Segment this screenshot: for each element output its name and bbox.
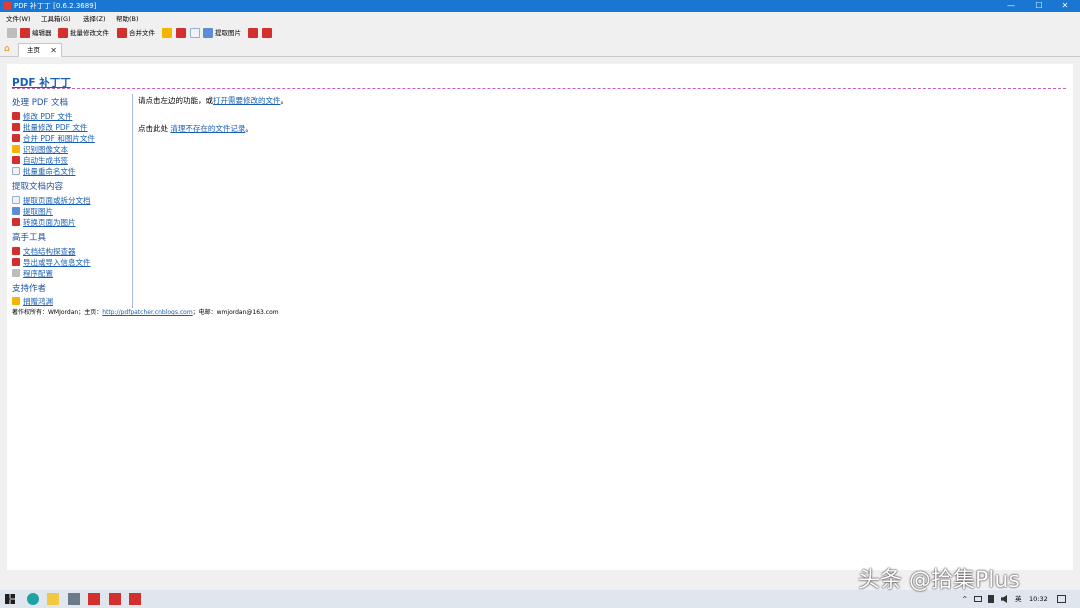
sidebar-item-explorer[interactable]: 文档结构探查器 xyxy=(12,246,76,256)
pdf-patcher-taskbar-icon-2[interactable] xyxy=(109,593,121,605)
title-divider xyxy=(12,88,1066,89)
toolbar-batch-modify-button[interactable]: 批量修改文件 xyxy=(58,26,109,40)
notification-icon[interactable] xyxy=(1057,595,1066,603)
file-explorer-icon[interactable] xyxy=(47,593,59,605)
pdf-patcher-taskbar-icon-3[interactable] xyxy=(129,593,141,605)
close-button[interactable]: ✕ xyxy=(1050,0,1080,12)
main-instruction: 请点击左边的功能，或打开需要修改的文件。 xyxy=(138,96,288,105)
render-icon xyxy=(248,28,258,38)
batch-modify-icon xyxy=(12,123,20,131)
rename-icon xyxy=(190,28,200,38)
keyboard-icon[interactable] xyxy=(974,596,982,602)
ocr-icon xyxy=(12,145,20,153)
extract-images-icon xyxy=(203,28,213,38)
cleanup-records-link[interactable]: 清理不存在的文件记录 xyxy=(170,124,245,133)
open-file-link[interactable]: 打开需要修改的文件 xyxy=(213,96,281,105)
toolbar-split-button[interactable] xyxy=(262,26,274,40)
menu-select[interactable]: 选择(Z) xyxy=(83,13,106,25)
merge-icon xyxy=(12,134,20,142)
copyright-footer: 著作权所有：WMJordan；主页：http://pdfpatcher.cnbl… xyxy=(12,309,279,316)
sidebar-item-config[interactable]: 程序配置 xyxy=(12,268,53,278)
toolbar-merge-button[interactable]: 合并文件 xyxy=(117,26,155,40)
windows-start-icon[interactable] xyxy=(5,594,15,604)
tab-home-label: 主页 xyxy=(27,46,40,54)
title-bar: PDF 补丁丁 [0.6.2.3689] — ☐ ✕ xyxy=(0,0,1080,12)
rename-icon xyxy=(12,167,20,175)
tab-close-icon[interactable]: ✕ xyxy=(50,44,57,57)
toolbar-ocr-button[interactable] xyxy=(162,26,174,40)
section-heading-extract: 提取文档内容 xyxy=(12,182,64,192)
section-heading-support: 支持作者 xyxy=(12,284,47,294)
monitor-icon[interactable] xyxy=(68,593,80,605)
volume-icon[interactable] xyxy=(1001,595,1007,603)
home-icon[interactable]: ⌂ xyxy=(4,45,14,54)
bookmark-icon xyxy=(176,28,186,38)
sidebar-item-bookmarks[interactable]: 自动生成书签 xyxy=(12,155,68,165)
sidebar-item-extract-images[interactable]: 提取图片 xyxy=(12,206,53,216)
modify-pdf-icon xyxy=(12,112,20,120)
edge-icon[interactable] xyxy=(27,593,39,605)
render-icon xyxy=(12,218,20,226)
sidebar: 处理 PDF 文档 修改 PDF 文件 批量修改 PDF 文件 合并 PDF 和… xyxy=(12,94,133,308)
toolbar-rename-button[interactable] xyxy=(190,26,202,40)
split-icon xyxy=(262,28,272,38)
toolbar-extract-images-label: 提取图片 xyxy=(215,29,241,37)
toolbar-extract-images-button[interactable]: 提取图片 xyxy=(203,26,241,40)
sidebar-item-donate[interactable]: 捐赠鸿渊 xyxy=(12,296,53,306)
toolbar-batch-modify-label: 批量修改文件 xyxy=(70,29,109,37)
clock[interactable]: 10:32 xyxy=(1029,590,1048,608)
menu-help[interactable]: 帮助(B) xyxy=(116,13,139,25)
sidebar-item-ocr[interactable]: 识别图像文本 xyxy=(12,144,68,154)
app-icon xyxy=(3,2,11,10)
tab-bar: ⌂ 主页 ✕ xyxy=(0,41,1080,57)
toolbar-bookmark-button[interactable] xyxy=(176,26,188,40)
section-heading-process: 处理 PDF 文档 xyxy=(12,98,68,108)
sidebar-item-info-file[interactable]: 导出或导入信息文件 xyxy=(12,257,91,267)
toolbar-editor-label: 编辑器 xyxy=(32,29,52,37)
info-file-icon xyxy=(12,258,20,266)
ocr-icon xyxy=(162,28,172,38)
editor-icon xyxy=(20,28,30,38)
section-heading-advanced: 高手工具 xyxy=(12,233,47,243)
folder-icon xyxy=(7,28,17,38)
watermark: 头条 @拾集Plus xyxy=(858,568,1020,593)
homepage-link[interactable]: http://pdfpatcher.cnblogs.com xyxy=(102,309,192,316)
menu-bar: 文件(W) 工具箱(G) 选择(Z) 帮助(B) xyxy=(0,13,1080,25)
extract-pages-icon xyxy=(12,196,20,204)
merge-icon xyxy=(117,28,127,38)
sidebar-item-batch-modify[interactable]: 批量修改 PDF 文件 xyxy=(12,122,87,132)
tab-home[interactable]: 主页 ✕ xyxy=(18,43,62,57)
window-title: PDF 补丁丁 [0.6.2.3689] xyxy=(14,2,97,10)
minimize-button[interactable]: — xyxy=(996,0,1026,12)
sidebar-item-modify-pdf[interactable]: 修改 PDF 文件 xyxy=(12,111,72,121)
sidebar-item-merge[interactable]: 合并 PDF 和图片文件 xyxy=(12,133,95,143)
toolbar-editor-button[interactable]: 编辑器 xyxy=(20,26,52,40)
config-icon xyxy=(12,269,20,277)
main-cleanup: 点击此处 清理不存在的文件记录。 xyxy=(138,124,253,133)
toolbar-merge-label: 合并文件 xyxy=(129,29,155,37)
person-icon xyxy=(12,297,20,305)
toolbar-open-button[interactable] xyxy=(7,26,19,40)
toolbar: 编辑器 批量修改文件 合并文件 提取图片 xyxy=(0,26,1080,40)
extract-images-icon xyxy=(12,207,20,215)
pdf-patcher-taskbar-icon[interactable] xyxy=(88,593,100,605)
menu-toolbox[interactable]: 工具箱(G) xyxy=(41,13,71,25)
sidebar-item-rename[interactable]: 批量重命名文件 xyxy=(12,166,76,176)
network-icon[interactable] xyxy=(988,595,994,603)
sidebar-item-extract-pages[interactable]: 提取页面或拆分文档 xyxy=(12,195,91,205)
home-page: PDF 补丁丁 处理 PDF 文档 修改 PDF 文件 批量修改 PDF 文件 … xyxy=(7,64,1073,570)
menu-file[interactable]: 文件(W) xyxy=(6,13,31,25)
explorer-icon xyxy=(12,247,20,255)
bookmark-icon xyxy=(12,156,20,164)
sidebar-item-render-pages[interactable]: 转换页面为图片 xyxy=(12,217,76,227)
batch-modify-icon xyxy=(58,28,68,38)
toolbar-render-button[interactable] xyxy=(248,26,260,40)
